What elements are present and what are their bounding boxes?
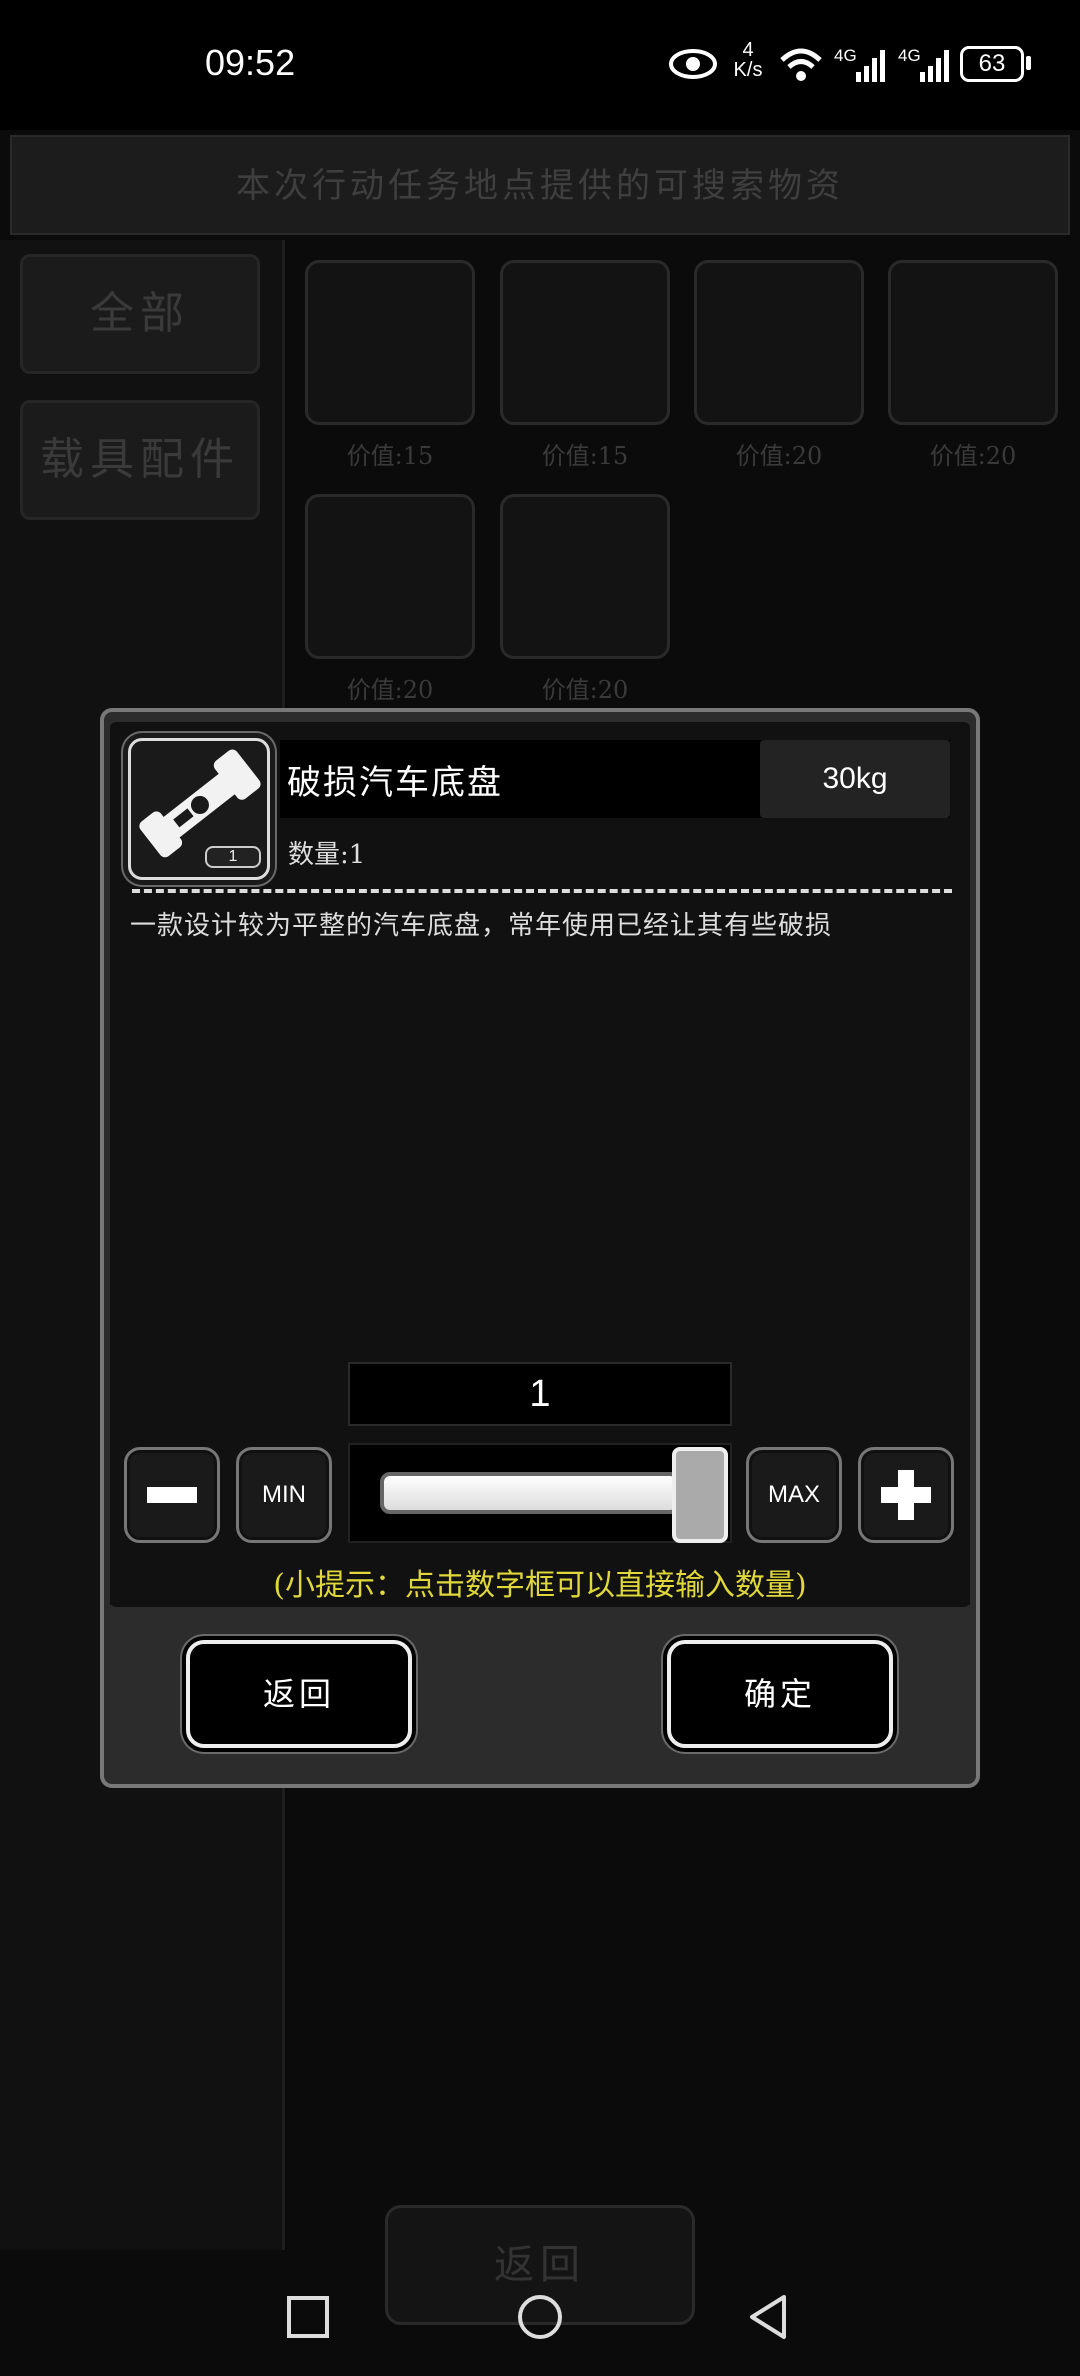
decrease-button[interactable]: [124, 1447, 220, 1543]
hint-text: (小提示：点击数字框可以直接输入数量): [273, 1568, 807, 1603]
item-value: 价值:20: [541, 676, 629, 704]
item-slot[interactable]: [694, 260, 864, 425]
net-speed: 4 K/s: [733, 39, 763, 81]
item-slot[interactable]: [305, 494, 475, 659]
item-name: 破损汽车底盘: [287, 763, 503, 803]
item-weight: 30kg: [760, 740, 950, 818]
item-slot[interactable]: [500, 260, 670, 425]
status-bar: 09:52 4 K/s 4G 4G 63: [0, 0, 1080, 130]
item-value: 价值:20: [346, 676, 434, 704]
category-all[interactable]: 全部: [20, 254, 260, 374]
increase-button[interactable]: [858, 1447, 954, 1543]
item-slot[interactable]: [500, 494, 670, 659]
plus-icon: [881, 1470, 931, 1520]
slider-handle[interactable]: [672, 1447, 728, 1543]
recent-apps-icon[interactable]: [286, 2295, 330, 2339]
item-value: 价值:20: [735, 442, 823, 470]
signal-icon-2: [920, 50, 949, 82]
min-button[interactable]: MIN: [236, 1447, 332, 1543]
item-description: 一款设计较为平整的汽车底盘，常年使用已经让其有些破损: [130, 911, 833, 941]
banner-text: 本次行动任务地点提供的可搜索物资: [236, 166, 844, 206]
slider-fill: [380, 1472, 680, 1514]
back-nav-icon[interactable]: [746, 2295, 790, 2343]
back-button[interactable]: 返回: [186, 1640, 412, 1748]
quantity-label: 数量:1: [288, 840, 366, 870]
confirm-button[interactable]: 确定: [667, 1640, 893, 1748]
item-slot[interactable]: [888, 260, 1058, 425]
divider: [132, 889, 952, 893]
item-value: 价值:15: [541, 442, 629, 470]
max-button[interactable]: MAX: [746, 1447, 842, 1543]
battery-tip: [1026, 56, 1031, 70]
clock: 09:52: [205, 42, 296, 83]
category-vehicle-parts[interactable]: 载具配件: [20, 400, 260, 520]
home-icon[interactable]: [516, 2295, 564, 2343]
signal-icon-1: [856, 50, 885, 82]
item-value: 价值:20: [929, 442, 1017, 470]
battery-indicator: 63: [960, 46, 1024, 82]
item-value: 价值:15: [346, 442, 434, 470]
item-count-badge: 1: [205, 846, 261, 868]
item-slot[interactable]: [305, 260, 475, 425]
eye-icon: [669, 49, 717, 79]
minus-icon: [147, 1487, 197, 1503]
wifi-icon: [780, 48, 822, 81]
quantity-input[interactable]: 1: [348, 1362, 732, 1426]
